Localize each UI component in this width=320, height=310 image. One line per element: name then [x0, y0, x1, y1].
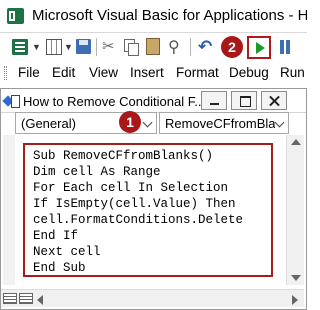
minimize-button[interactable]: [201, 91, 227, 110]
module-icon: [4, 94, 20, 108]
menu-file[interactable]: File: [18, 65, 40, 80]
menu-edit[interactable]: Edit: [52, 65, 75, 80]
menu-debug[interactable]: Debug: [229, 65, 269, 80]
view-excel-icon[interactable]: [12, 39, 28, 55]
scroll-down-icon[interactable]: [291, 275, 301, 281]
object-dropdown-value: (General): [21, 116, 76, 131]
procedure-dropdown-value: RemoveCFfromBlan: [165, 116, 275, 131]
scroll-up-icon[interactable]: [291, 139, 301, 145]
menu-run[interactable]: Run: [280, 65, 305, 80]
grip-handle[interactable]: [4, 66, 7, 80]
scroll-left-icon[interactable]: [37, 295, 43, 305]
code-line[interactable]: Dim cell As Range: [33, 165, 161, 179]
code-line[interactable]: Sub RemoveCFfromBlanks(): [33, 149, 213, 163]
code-window-title: How to Remove Conditional F...: [23, 94, 206, 109]
app-title: Microsoft Visual Basic for Applications …: [32, 7, 307, 24]
menu-format[interactable]: Format: [176, 65, 219, 80]
full-module-view-icon[interactable]: [19, 293, 33, 304]
copy-icon[interactable]: [124, 39, 139, 56]
horizontal-scrollbar[interactable]: [1, 289, 304, 307]
toolbar-divider: [96, 38, 97, 56]
pause-icon[interactable]: [280, 40, 284, 54]
cut-icon[interactable]: ✂: [102, 37, 115, 57]
chevron-down-icon: [274, 117, 285, 128]
procedure-dropdown[interactable]: RemoveCFfromBlan: [159, 112, 289, 134]
chevron-down-icon[interactable]: ▼: [64, 42, 73, 52]
code-line[interactable]: End Sub: [33, 261, 86, 275]
maximize-button[interactable]: [231, 91, 257, 110]
code-line[interactable]: cell.FormatConditions.Delete: [33, 213, 243, 227]
undo-icon[interactable]: ↶: [198, 37, 212, 57]
title-bar: Microsoft Visual Basic for Applications …: [0, 0, 307, 32]
step-badge-1: 1: [119, 111, 141, 133]
code-line[interactable]: End If: [33, 229, 78, 243]
chevron-down-icon: [142, 117, 153, 128]
code-editor[interactable]: Sub RemoveCFfromBlanks() Dim cell As Ran…: [23, 143, 273, 277]
menu-bar: File Edit View Insert Format Debug Run: [0, 60, 307, 86]
find-icon[interactable]: ⚲: [168, 37, 180, 57]
step-badge-2: 2: [221, 36, 243, 58]
code-line[interactable]: For Each cell In Selection: [33, 181, 228, 195]
menu-insert[interactable]: Insert: [130, 65, 164, 80]
menu-view[interactable]: View: [89, 65, 118, 80]
vertical-scrollbar[interactable]: [286, 135, 304, 285]
procedure-view-icon[interactable]: [3, 293, 17, 304]
run-sub-button[interactable]: [247, 36, 271, 59]
indicator-margin[interactable]: [3, 135, 15, 285]
close-button[interactable]: [261, 91, 287, 110]
play-icon: [256, 42, 265, 54]
scroll-right-icon[interactable]: [292, 295, 298, 305]
code-line[interactable]: If IsEmpty(cell.Value) Then: [33, 197, 236, 211]
paste-icon[interactable]: [146, 38, 160, 55]
save-icon[interactable]: [76, 39, 91, 54]
code-line[interactable]: Next cell: [33, 245, 101, 259]
chevron-down-icon[interactable]: ▼: [32, 42, 41, 52]
code-window-title-bar: How to Remove Conditional F...: [1, 89, 306, 113]
toolbar-divider: [190, 38, 191, 56]
insert-userform-icon[interactable]: [46, 39, 62, 55]
code-window: How to Remove Conditional F... (General)…: [0, 88, 307, 310]
excel-icon: [7, 8, 24, 24]
standard-toolbar: ▼ ▼ ✂ ⚲ ↶ 2: [0, 32, 307, 60]
